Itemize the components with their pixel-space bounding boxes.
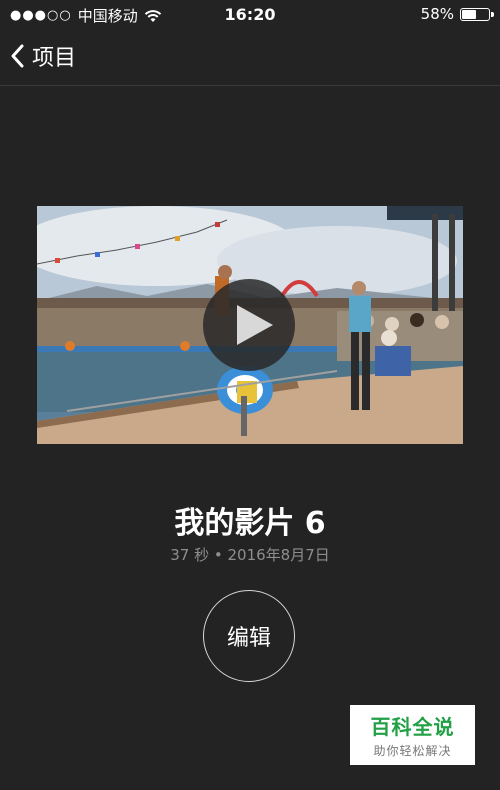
edit-label: 编辑 (226, 626, 271, 651)
status-bar: ●●●○○ 中国移动 16:20 58% (0, 0, 500, 28)
play-icon (237, 305, 273, 345)
edit-button[interactable]: 编辑 (203, 590, 295, 682)
chevron-left-icon (11, 44, 24, 68)
project-title: 我的影片 6 (174, 506, 326, 541)
back-button[interactable]: 项目 (10, 40, 76, 72)
video-thumbnail[interactable] (37, 206, 463, 444)
battery-percent: 58% (420, 5, 454, 23)
project-meta: 37 秒 • 2016年8月7日 (170, 546, 330, 564)
status-right: 58% (420, 5, 494, 23)
back-label: 项目 (32, 46, 77, 71)
play-button[interactable] (203, 279, 295, 371)
nav-bar: 项目 (0, 28, 500, 86)
watermark-subtitle: 助你轻松解决 (373, 744, 452, 758)
watermark-title: 百科全说 (370, 715, 455, 739)
battery-nub (491, 11, 494, 17)
battery-fill (462, 9, 477, 19)
battery-icon (460, 7, 494, 21)
watermark: 百科全说 助你轻松解决 (350, 705, 475, 765)
